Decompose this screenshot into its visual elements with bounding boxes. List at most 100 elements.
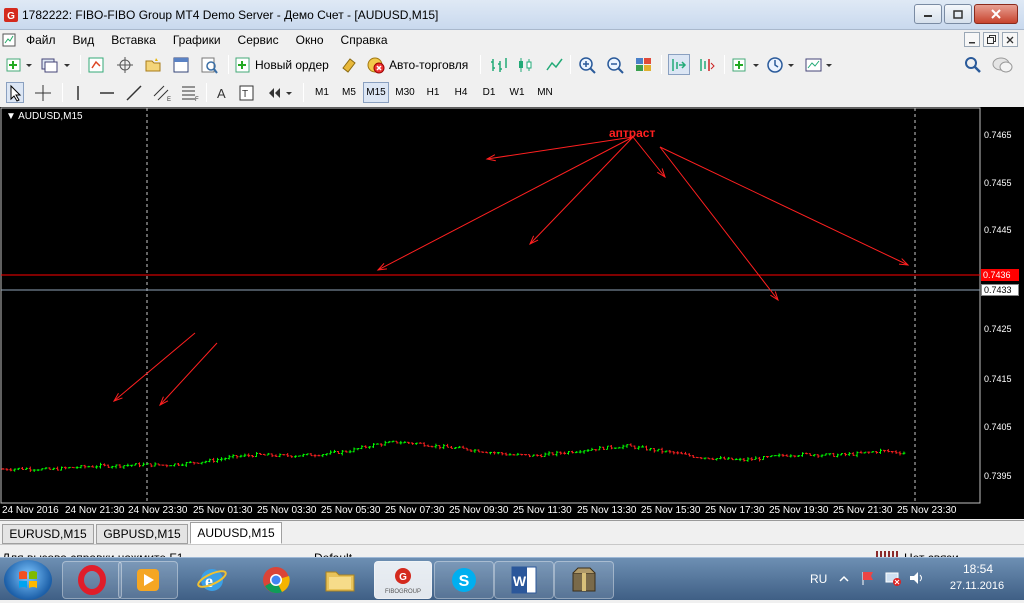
internet-explorer-icon: e [197, 569, 227, 591]
taskbar-media-player[interactable] [118, 561, 178, 599]
menu-window[interactable]: Окно [296, 33, 324, 47]
horizontal-line-tool[interactable] [98, 82, 116, 103]
autoscroll-button[interactable] [668, 54, 690, 75]
crosshair-icon [117, 56, 133, 73]
text-icon: A [217, 86, 226, 101]
timeframe-m1[interactable]: M1 [309, 82, 335, 103]
tab-gbpusd[interactable]: GBPUSD,M15 [96, 524, 188, 544]
equidistant-channel-tool[interactable]: E [152, 82, 172, 103]
fibonacci-tool[interactable]: F [180, 82, 200, 103]
tray-expand-icon[interactable] [838, 572, 850, 586]
trendline-tool[interactable] [125, 82, 143, 103]
timeframe-h4[interactable]: H4 [448, 82, 474, 103]
tray-flag-icon[interactable] [860, 570, 876, 586]
templates-button[interactable] [804, 54, 836, 75]
taskbar-internet-explorer[interactable]: e [182, 561, 242, 599]
menu-tools[interactable]: Сервис [238, 33, 279, 47]
taskbar-word[interactable]: W [494, 561, 554, 599]
indicators-button[interactable] [731, 54, 763, 75]
taskbar: e G FIBOGROUP S W RU 18:54 27.11.2016 [0, 557, 1024, 600]
strategy-tester-button[interactable] [200, 54, 218, 75]
navigator-button[interactable] [144, 54, 162, 75]
timeframe-mn[interactable]: MN [532, 82, 558, 103]
start-button[interactable] [4, 560, 52, 600]
mdi-close-button[interactable] [1002, 32, 1018, 47]
level-price-tag-red: 0.7436 [981, 269, 1019, 281]
chat-button[interactable] [992, 54, 1014, 75]
annotation-arrow [113, 332, 196, 402]
menu-file[interactable]: Файл [26, 33, 56, 47]
new-chart-button[interactable] [6, 54, 34, 75]
vertical-line-tool[interactable] [70, 82, 86, 103]
market-watch-icon [88, 57, 104, 72]
menu-charts[interactable]: Графики [173, 33, 221, 47]
text-tool[interactable]: A [214, 82, 230, 103]
mdi-restore-button[interactable] [983, 32, 999, 47]
text-label-tool[interactable]: T [239, 82, 255, 103]
volume-icon[interactable] [908, 570, 926, 586]
timeframe-w1[interactable]: W1 [504, 82, 530, 103]
annotation-label[interactable]: аптраст [609, 126, 655, 140]
chart-shift-button[interactable] [697, 54, 717, 75]
market-watch-button[interactable] [87, 54, 105, 75]
svg-text:T: T [242, 89, 248, 100]
metaeditor-button[interactable] [340, 54, 358, 75]
maximize-button[interactable] [944, 4, 972, 24]
trendline-icon [126, 84, 142, 101]
network-disconnected-icon[interactable] [884, 570, 902, 586]
candlestick-button[interactable] [516, 54, 536, 75]
zoom-in-button[interactable] [578, 54, 598, 75]
clock-date[interactable]: 27.11.2016 [944, 580, 1010, 592]
chart-area[interactable]: ▼ AUDUSD,M15 аптраст 0.7465 0.7455 0.744… [0, 107, 1024, 519]
close-icon [991, 9, 1001, 19]
chart-frame [0, 107, 981, 504]
taskbar-archive[interactable] [554, 561, 614, 599]
taskbar-fibo-terminal[interactable]: G FIBOGROUP [374, 561, 432, 599]
language-indicator[interactable]: RU [810, 572, 827, 586]
menu-view[interactable]: Вид [73, 33, 95, 47]
close-button[interactable] [974, 4, 1018, 24]
mdi-minimize-button[interactable] [964, 32, 980, 47]
price-label: 0.7465 [984, 130, 1012, 140]
terminal-button[interactable] [172, 54, 190, 75]
menu-help[interactable]: Справка [341, 33, 388, 47]
taskbar-skype[interactable]: S [434, 561, 494, 599]
templates-icon [805, 58, 832, 71]
timeframe-m5[interactable]: M5 [336, 82, 362, 103]
bar-chart-button[interactable] [489, 54, 509, 75]
autotrading-label: Авто-торговля [389, 57, 469, 72]
zoom-out-button[interactable] [606, 54, 626, 75]
profiles-button[interactable] [40, 54, 72, 75]
restore-icon [986, 35, 996, 44]
timeframe-d1[interactable]: D1 [476, 82, 502, 103]
tile-windows-button[interactable] [634, 54, 654, 75]
text-label-icon: T [239, 85, 254, 100]
chart-window-icon[interactable] [2, 33, 16, 47]
tab-eurusd[interactable]: EURUSD,M15 [2, 524, 94, 544]
taskbar-opera[interactable] [62, 561, 122, 599]
search-button[interactable] [964, 54, 982, 75]
timeframe-m30[interactable]: M30 [392, 82, 418, 103]
timeframe-h1[interactable]: H1 [420, 82, 446, 103]
periods-button[interactable] [766, 54, 798, 75]
annotation-arrow [659, 146, 909, 266]
line-chart-button[interactable] [545, 54, 565, 75]
autoscroll-icon [672, 58, 687, 71]
annotation-arrow [632, 136, 666, 178]
autotrading-button[interactable]: Авто-торговля [366, 54, 468, 75]
tab-audusd[interactable]: AUDUSD,M15 [190, 522, 282, 544]
new-order-button[interactable]: Новый ордер [234, 54, 329, 75]
taskbar-chrome[interactable] [246, 561, 306, 599]
crosshair-tool[interactable] [34, 82, 52, 103]
clock-time[interactable]: 18:54 [948, 562, 1008, 576]
data-window-button[interactable] [116, 54, 134, 75]
price-label: 0.7395 [984, 471, 1012, 481]
menu-insert[interactable]: Вставка [111, 33, 156, 47]
price-chart[interactable] [0, 107, 1024, 519]
minimize-button[interactable] [914, 4, 942, 24]
taskbar-explorer[interactable] [310, 561, 370, 599]
arrows-tool[interactable] [266, 82, 296, 103]
timeframe-m15[interactable]: M15 [363, 82, 389, 103]
cursor-tool[interactable] [6, 82, 24, 103]
close-icon [1006, 36, 1014, 43]
